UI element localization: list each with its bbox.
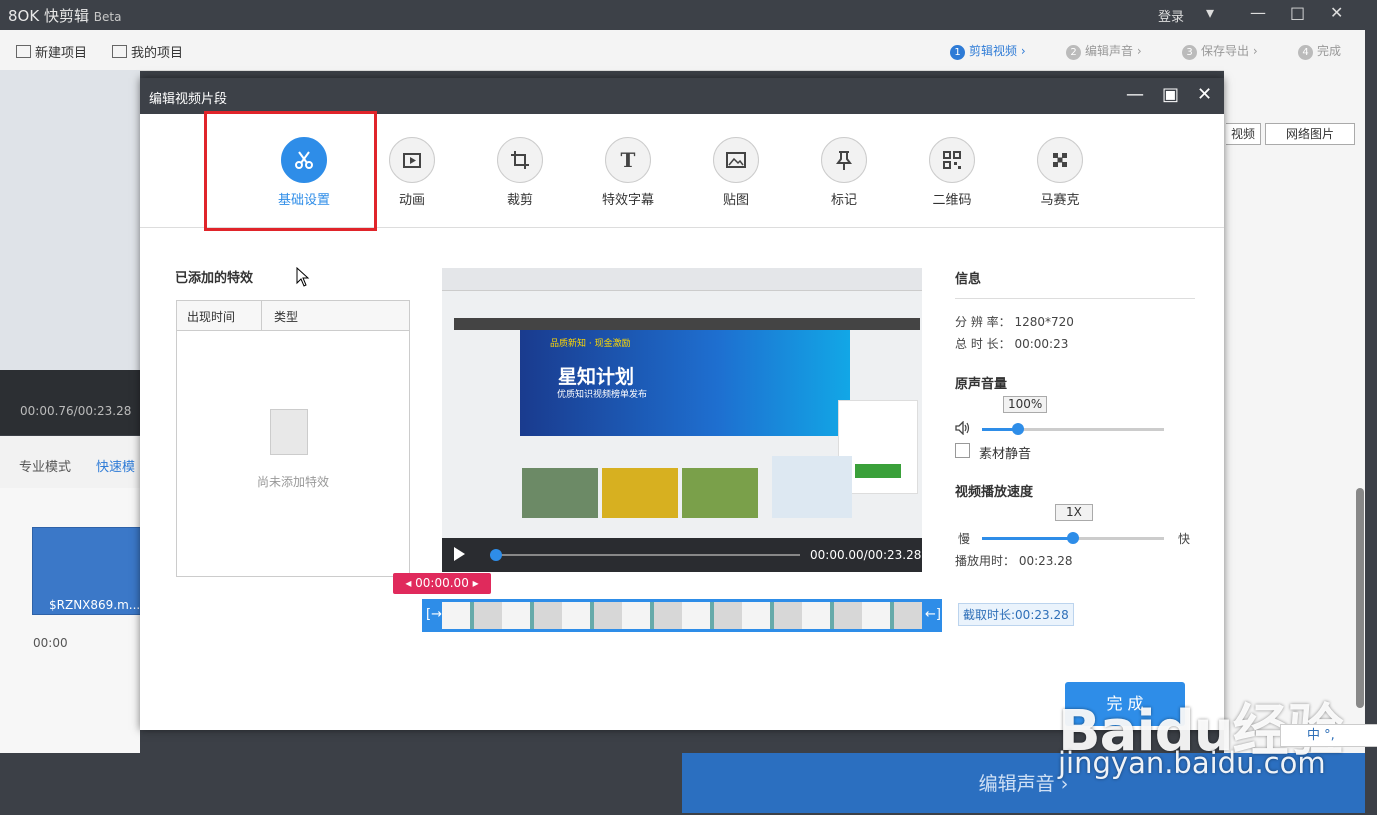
scrollbar[interactable] [1356,488,1364,708]
step-export[interactable]: 3 保存导出 › [1182,42,1258,60]
volume-title: 原声音量 [955,377,1008,392]
info-title: 信息 [955,272,982,287]
video-preview[interactable]: 品质新知 · 现金激励 星知计划 优质知识视频榜单发布 00:00.00/00:… [442,268,922,572]
login-button[interactable]: 登录 [1158,6,1184,25]
step-finish[interactable]: 4 完成 [1298,42,1341,60]
speed-slider-knob[interactable] [1067,532,1079,544]
app-titlebar: 8OK 快剪辑 Beta 登录 ▾ — □ ✕ [0,0,1377,30]
step-edit-audio[interactable]: 2 编辑声音 › [1066,42,1142,60]
cut-duration: 截取时长:00:23.28 [958,603,1074,626]
timeline-clip[interactable]: $RZNX869.m... [32,527,142,615]
video-frame: 品质新知 · 现金激励 星知计划 优质知识视频榜单发布 [442,268,922,538]
speed-fast-label: 快 [1178,532,1191,546]
baidu-watermark-url: jingyan.baidu.com [1058,746,1326,780]
my-projects-button[interactable]: 我的项目 [112,42,183,61]
mute-label: 素材静音 [979,447,1032,462]
dialog-minimize-icon[interactable]: — [1126,84,1144,105]
crop-icon [497,137,543,183]
mosaic-icon [1037,137,1083,183]
text-icon: T [605,137,651,183]
material-panel [1224,70,1365,753]
video-thumb [602,468,678,518]
maximize-icon[interactable]: □ [1290,3,1305,22]
main-preview-time: 00:00.76/00:23.28 [20,404,132,418]
tab-mosaic[interactable]: 马赛克 [1015,137,1105,208]
pin-icon [821,137,867,183]
speed-title: 视频播放速度 [955,485,1034,500]
effects-table-header: 出现时间 类型 [177,301,409,331]
plus-icon [16,45,31,58]
step-edit-video[interactable]: 1 剪辑视频 › [950,42,1026,60]
pro-mode-tab[interactable]: 专业模式 [19,456,71,475]
trim-strip[interactable]: [→ ←] [422,599,942,632]
duration-row: 总 时 长： 00:00:23 [955,337,1069,351]
effects-table: 出现时间 类型 尚未添加特效 [176,300,410,577]
volume-value: 100% [1003,396,1048,413]
tab-mark[interactable]: 标记 [799,137,889,208]
video-controls: 00:00.00/00:23.28 [442,538,922,572]
dialog-titlebar: 编辑视频片段 — ▣ ✕ [140,78,1224,114]
tab-sticker[interactable]: 贴图 [691,137,781,208]
menu-dropdown-icon[interactable]: ▾ [1206,3,1214,22]
video-thumb [772,456,852,518]
added-effects-title: 已添加的特效 [175,271,254,286]
video-browser-bar [442,268,922,291]
project-toolbar: 新建项目 我的项目 1 剪辑视频 › 2 编辑声音 › 3 保存导出 › 4 完成 [0,30,1365,71]
speaker-icon[interactable] [955,421,971,435]
qrcode-icon [929,137,975,183]
play-time-row: 播放用时： 00:23.28 [955,554,1073,568]
local-video-button[interactable]: 视频 [1226,123,1261,145]
main-preview [0,70,140,435]
tab-qrcode[interactable]: 二维码 [907,137,997,208]
dialog-maximize-icon[interactable]: ▣ [1162,84,1179,105]
trim-left-handle[interactable]: [→ [426,607,442,622]
column-type[interactable]: 类型 [274,308,298,325]
empty-document-icon [270,409,308,455]
video-progress[interactable] [494,554,800,556]
video-site-nav [454,318,920,330]
trim-frames [442,602,922,629]
app-logo: 8OK 快剪辑 Beta [8,7,122,25]
play-icon[interactable] [454,547,465,561]
net-image-button[interactable]: 网络图片 [1265,123,1355,145]
video-time: 00:00.00/00:23.28 [810,548,922,562]
video-banner: 品质新知 · 现金激励 星知计划 优质知识视频榜单发布 [520,330,918,494]
animation-icon [389,137,435,183]
folder-icon [112,45,127,58]
ime-toolbar[interactable]: 中 °, [1280,724,1377,747]
video-thumb [522,468,598,518]
speed-slider-fill [982,537,1073,540]
image-icon [713,137,759,183]
volume-slider-knob[interactable] [1012,423,1024,435]
timeline-start-time: 00:00 [33,636,68,650]
tab-animation[interactable]: 动画 [367,137,457,208]
speed-value: 1X [1055,504,1093,521]
tab-crop[interactable]: 裁剪 [475,137,565,208]
new-project-button[interactable]: 新建项目 [16,42,87,61]
dialog-title: 编辑视频片段 [149,92,228,107]
trim-start-marker[interactable]: ◂ 00:00.00 ▸ [393,573,491,594]
resolution-row: 分 辨 率： 1280*720 [955,315,1074,329]
speed-slow-label: 慢 [958,532,971,546]
highlight-annotation [204,111,377,231]
empty-effects-text: 尚未添加特效 [256,475,329,489]
video-progress-knob[interactable] [490,549,502,561]
video-thumb [682,468,758,518]
fast-mode-tab[interactable]: 快速模 [96,456,135,475]
tab-text-effects[interactable]: T 特效字幕 [583,137,673,208]
column-appear-time[interactable]: 出现时间 [187,308,235,325]
cursor-icon [296,267,310,287]
close-icon[interactable]: ✕ [1330,3,1343,22]
trim-right-handle[interactable]: ←] [925,607,941,622]
dialog-close-icon[interactable]: ✕ [1197,84,1212,105]
minimize-icon[interactable]: — [1250,3,1266,22]
mute-checkbox[interactable] [955,443,970,458]
